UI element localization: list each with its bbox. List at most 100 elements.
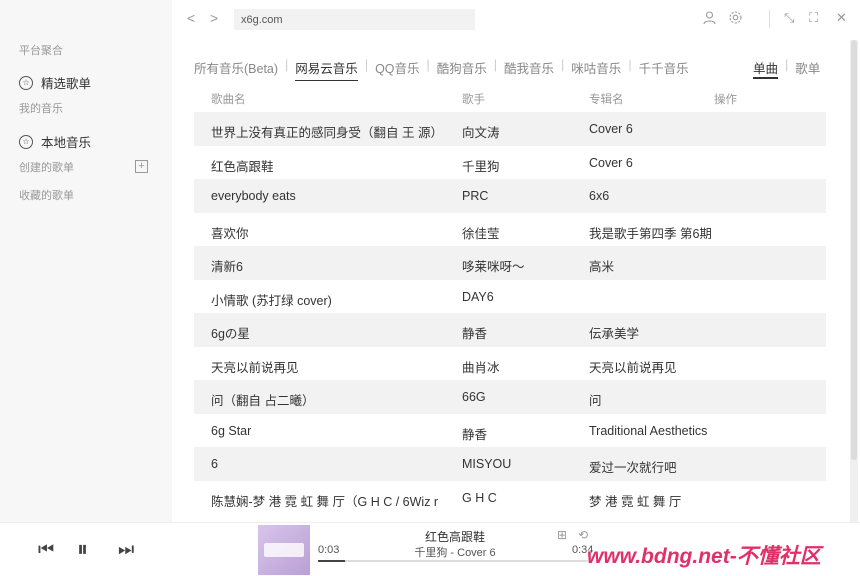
header-artist: 歌手	[462, 94, 485, 106]
previous-icon[interactable]: ⏮	[38, 539, 54, 560]
song-album: 爱过一次就行吧	[589, 461, 677, 475]
tab-source-6[interactable]: 千千音乐	[639, 58, 689, 81]
source-tabs: 所有音乐(Beta) | 网易云音乐 | QQ音乐 | 酷狗音乐 | 酷我音乐 | 咪咕音乐 | 千千音…	[194, 58, 689, 81]
tab-source-1[interactable]: 网易云音乐	[295, 58, 358, 81]
song-artist: 66G	[462, 390, 486, 404]
gear-icon-svg	[729, 11, 742, 24]
user-icon[interactable]	[702, 10, 717, 28]
table-row[interactable]: 红色高跟鞋 千里狗 Cover 6	[194, 146, 826, 180]
tab-separator: |	[628, 58, 632, 72]
result-type-tabs: 单曲 | 歌单	[753, 58, 820, 79]
now-playing-title: 红色高跟鞋	[424, 530, 485, 544]
tab-source-0[interactable]: 所有音乐(Beta)	[194, 58, 278, 81]
star-icon: ☆	[19, 134, 33, 149]
song-artist: 徐佳莹	[462, 226, 500, 241]
song-title: everybody eats	[211, 189, 296, 203]
table-row[interactable]: everybody eats PRC 6x6	[194, 179, 826, 213]
song-title: 清新6	[211, 260, 243, 274]
song-artist: 曲肖冰	[462, 360, 500, 375]
table-row[interactable]: 清新6 哆莱咪呀～ 高米	[194, 246, 826, 280]
table-row[interactable]: 小情歌 (苏打绿 cover) DAY6	[194, 280, 826, 314]
tab-source-3[interactable]: 酷狗音乐	[437, 58, 487, 81]
song-artist: 静香	[462, 327, 488, 341]
song-title: 6gの星	[211, 327, 250, 341]
scrollbar-thumb[interactable]	[851, 40, 857, 460]
song-artist: 哆莱咪呀～	[462, 260, 525, 274]
song-artist: DAY6	[462, 289, 494, 304]
current-time: 0:03	[318, 544, 340, 556]
minimize-icon[interactable]: ⤡	[784, 10, 794, 26]
tab-source-5[interactable]: 咪咕音乐	[571, 58, 621, 81]
close-icon[interactable]: ✕	[836, 10, 847, 26]
header-title: 歌曲名	[211, 94, 246, 106]
song-title: 问（翻自 占二曦）	[211, 394, 315, 408]
progress-fill	[318, 560, 346, 562]
table-row[interactable]: 6gの星 静香 伝承美学	[194, 313, 826, 347]
collected-playlists-label: 收藏的歌单	[19, 190, 74, 202]
table-row[interactable]: 天亮以前说再见 曲肖冰 天亮以前说再见	[194, 347, 826, 381]
user-icon-svg	[703, 11, 716, 25]
my-music-label: 我的音乐	[19, 103, 63, 115]
song-list: 世界上没有真正的感同身受（翻自 王 源） 向文涛 Cover 6 红色高跟鞋 千里狗 Co…	[194, 112, 826, 522]
cover-art	[264, 543, 304, 557]
song-title: 陈慧娴-梦 港 霓 虹 舞 厅（G H C / 6Wiz r	[211, 494, 439, 509]
fullscreen-icon[interactable]: ⛶	[809, 10, 818, 26]
song-title: 喜欢你	[211, 226, 249, 241]
tab-separator: |	[785, 58, 789, 72]
add-playlist-icon[interactable]: +	[135, 160, 148, 173]
table-row[interactable]: 陈慧娴-梦 港 霓 虹 舞 厅（G H C / 6Wiz r G H C 梦 港 霓…	[194, 481, 826, 515]
table-header: 歌曲名 歌手 专辑名 操作	[194, 91, 826, 111]
url-input[interactable]	[234, 9, 475, 30]
created-playlists-label: 创建的歌单	[19, 162, 74, 174]
song-album: 我是歌手第四季 第6期	[589, 226, 712, 241]
pause-icon[interactable]: ⏸	[77, 536, 88, 562]
star-icon: ☆	[19, 75, 33, 90]
sidebar-item-local-music[interactable]: ☆ 本地音乐	[19, 132, 91, 151]
song-album: 高米	[589, 260, 615, 274]
tab-separator: |	[493, 58, 498, 72]
tab-playlist[interactable]: 歌单	[795, 58, 820, 79]
header-album: 专辑名	[589, 94, 624, 106]
sidebar-item-featured-playlist[interactable]: ☆ 精选歌单	[19, 73, 91, 92]
scrollbar[interactable]	[850, 40, 858, 522]
song-album: Cover 6	[589, 122, 633, 136]
now-playing-subtitle: 千里狗 - Cover 6	[414, 547, 496, 559]
song-album: 6x6	[589, 189, 610, 203]
sidebar: 平台聚合 ☆ 精选歌单 我的音乐 ☆ 本地音乐 创建的歌单 + 收藏的歌单	[0, 0, 172, 522]
next-icon[interactable]: ⏭	[118, 539, 134, 560]
progress-bar[interactable]	[318, 560, 590, 562]
song-album: 问	[589, 394, 602, 408]
table-row[interactable]: 世界上没有真正的感同身受（翻自 王 源） 向文涛 Cover 6	[194, 112, 826, 146]
song-artist: PRC	[462, 189, 489, 203]
toolbar-divider	[769, 10, 770, 28]
tab-separator: |	[285, 58, 289, 72]
song-title: 红色高跟鞋	[211, 159, 274, 174]
song-album: 梦 港 霓 虹 舞 厅	[589, 494, 682, 509]
song-title: 世界上没有真正的感同身受（翻自 王 源）	[211, 126, 443, 140]
song-album: 伝承美学	[589, 327, 640, 341]
song-artist: 向文涛	[462, 126, 500, 140]
gear-icon[interactable]	[728, 10, 743, 28]
header-action: 操作	[714, 94, 737, 106]
tab-separator: |	[426, 58, 430, 72]
watermark: www.bdng.net-不懂社区	[587, 545, 821, 568]
tab-source-2[interactable]: QQ音乐	[375, 58, 419, 81]
song-artist: G H C	[462, 490, 497, 505]
song-title: 6g Star	[211, 423, 252, 438]
table-row[interactable]: 喜欢你 徐佳莹 我是歌手第四季 第6期	[194, 213, 826, 247]
table-row[interactable]: 问（翻自 占二曦） 66G 问	[194, 380, 826, 414]
tab-single[interactable]: 单曲	[753, 58, 779, 79]
sidebar-item-label: 本地音乐	[41, 136, 92, 150]
tab-separator: |	[364, 58, 369, 72]
song-title: 小情歌 (苏打绿 cover)	[211, 293, 332, 308]
add-to-playlist-icon[interactable]: ⊞	[557, 528, 567, 542]
table-row[interactable]: 6g Star 静香 Traditional Aesthetics	[194, 414, 826, 448]
tab-separator: |	[561, 58, 565, 72]
table-row[interactable]: 6 MISYOU 爱过一次就行吧	[194, 447, 826, 481]
back-icon[interactable]: <	[187, 10, 195, 26]
tab-source-4[interactable]: 酷我音乐	[504, 58, 554, 81]
forward-icon[interactable]: >	[210, 10, 218, 26]
song-title: 6	[211, 457, 218, 471]
album-cover[interactable]	[258, 525, 310, 575]
song-title: 天亮以前说再见	[211, 360, 299, 375]
